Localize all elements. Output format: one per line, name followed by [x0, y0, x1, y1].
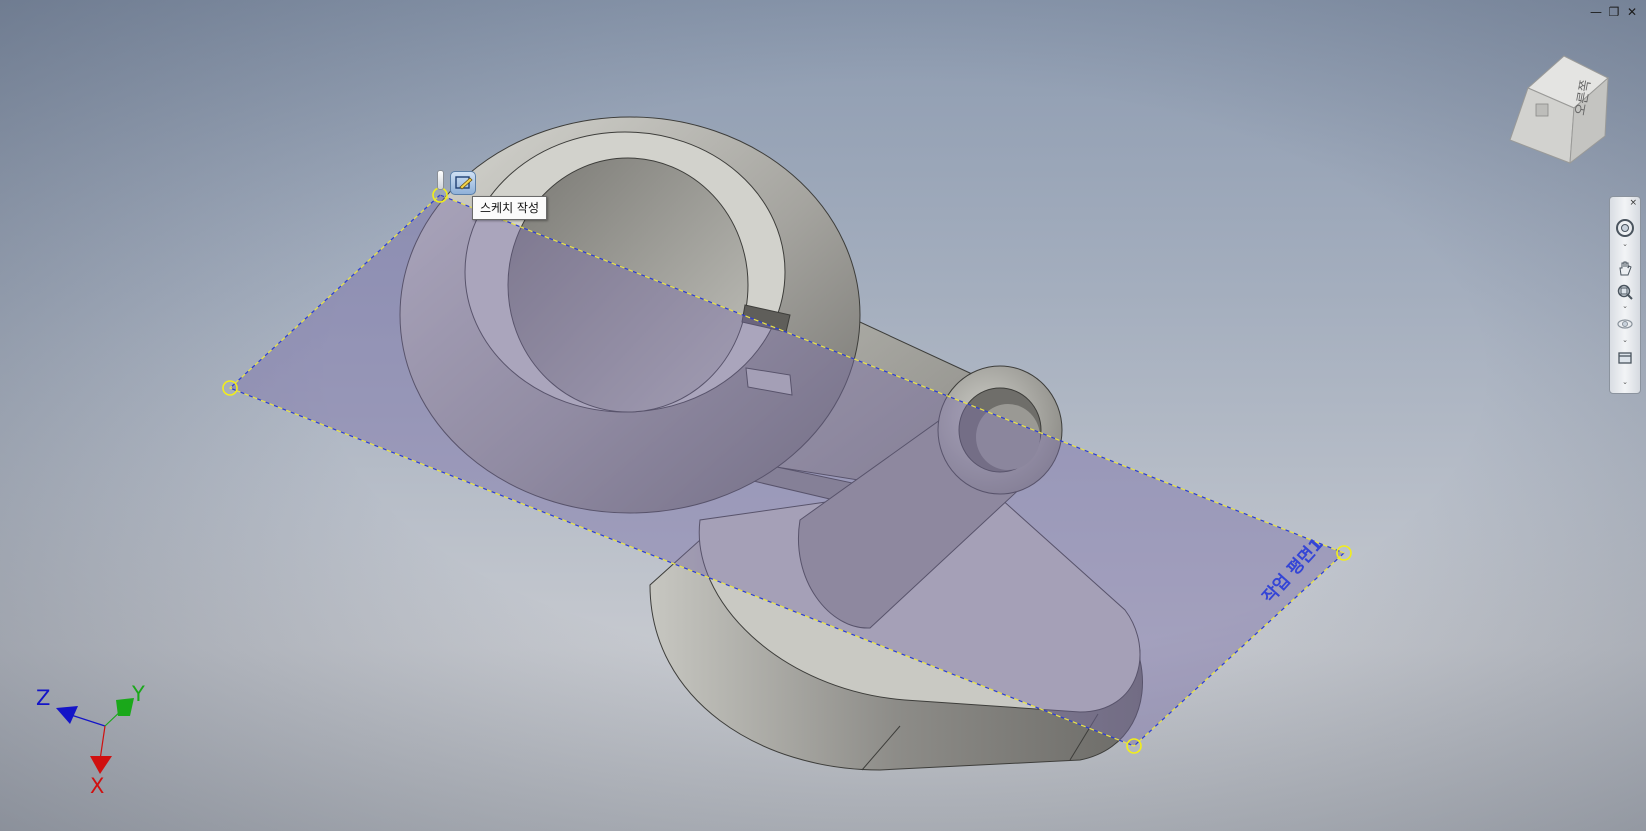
- axis-label-y: Y: [132, 682, 145, 706]
- view-face-icon[interactable]: [1614, 347, 1636, 369]
- pan-icon[interactable]: [1614, 257, 1636, 279]
- navigation-bar: × ⌄ ⌄ ⌄ ⌄: [1609, 196, 1641, 394]
- navbar-close-button[interactable]: ×: [1629, 198, 1637, 208]
- create-sketch-button[interactable]: [450, 171, 476, 195]
- axis-label-x: X: [90, 774, 105, 798]
- close-button[interactable]: ✕: [1624, 4, 1640, 20]
- create-sketch-tooltip: 스케치 작성: [472, 196, 548, 220]
- orbit-icon[interactable]: [1614, 313, 1636, 335]
- steering-wheel-dropdown[interactable]: ⌄: [1621, 241, 1629, 248]
- restore-button[interactable]: ❐: [1606, 4, 1622, 20]
- axis-label-z: Z: [36, 686, 51, 710]
- zoom-icon[interactable]: [1614, 281, 1636, 303]
- steering-wheel-icon[interactable]: [1614, 217, 1636, 239]
- graphics-window[interactable]: 작업 평면1 오른쪽 Z Y X — ❐ ✕ 스케치 작성 × ⌄ ⌄ ⌄ ⌄: [0, 0, 1646, 831]
- mini-toolbar-grip[interactable]: [437, 170, 444, 190]
- model-view[interactable]: 작업 평면1 오른쪽: [0, 0, 1646, 831]
- z-axis-cone: [56, 706, 78, 724]
- create-sketch-icon: [455, 176, 473, 190]
- viewcube[interactable]: 오른쪽: [1509, 55, 1609, 165]
- navbar-customize-button[interactable]: ⌄: [1621, 379, 1629, 386]
- orbit-dropdown[interactable]: ⌄: [1621, 337, 1629, 344]
- minimize-button[interactable]: —: [1588, 4, 1604, 20]
- zoom-dropdown[interactable]: ⌄: [1621, 303, 1629, 310]
- axis-triad: [56, 698, 134, 774]
- x-axis-cone: [90, 756, 112, 774]
